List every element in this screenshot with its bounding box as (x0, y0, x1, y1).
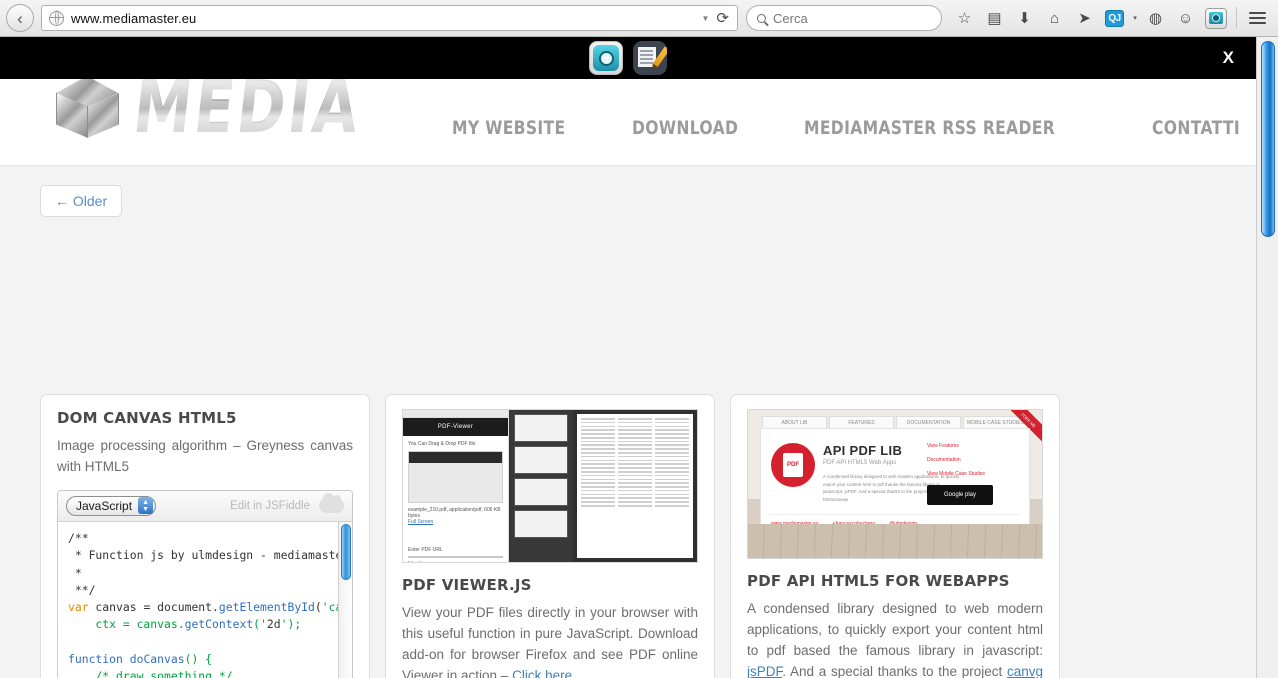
nav-item-contatti[interactable]: CONTATTI (1152, 117, 1240, 139)
pdf-logo-icon (771, 443, 815, 487)
language-select-value: JavaScript (76, 498, 133, 513)
thumb-drop-text: You Can Drag & Drop PDF file (408, 441, 476, 447)
thumb-tab-about: ABOUT LIB (762, 416, 827, 428)
back-button[interactable]: ‹ (6, 4, 34, 32)
close-overlay-button[interactable]: X (1223, 48, 1234, 68)
thumb-heading: API PDF LIB (823, 443, 903, 458)
thumb-subheading: PDF API HTML5 Web Apps (823, 460, 897, 466)
globe-icon (48, 10, 64, 26)
screenshot-extension-icon[interactable] (1201, 4, 1230, 32)
hamburger-menu-icon[interactable] (1243, 4, 1272, 32)
reload-icon[interactable]: ⟳ (716, 9, 733, 27)
language-select[interactable]: JavaScript ▲ ▼ (66, 495, 157, 516)
toolbar-divider (1236, 7, 1237, 29)
select-arrows-icon: ▲ ▼ (138, 497, 154, 515)
nav-item-rss-reader[interactable]: MEDIAMASTER RSS READER (804, 117, 1055, 139)
toolbar-icon-group: ☆ ▤ ⬇ ⌂ ➤ QJ ▾ ◍ ☺ (950, 4, 1272, 32)
downloads-icon[interactable]: ⬇ (1010, 4, 1039, 32)
thumb-deck-background (748, 524, 1042, 558)
search-box[interactable]: Cerca (746, 5, 942, 31)
code-vertical-scrollbar[interactable]: ▲ ▼ (338, 521, 352, 678)
jsfiddle-embed: JavaScript ▲ ▼ Edit in JSFiddle /** * Fun… (57, 489, 353, 678)
older-button[interactable]: ← Older (40, 185, 123, 217)
post-card-list: DOM CANVAS HTML5 Image processing algori… (40, 394, 1060, 678)
edit-in-jsfiddle-link[interactable]: Edit in JSFiddle (230, 500, 310, 512)
qj-extension-icon[interactable]: QJ (1100, 4, 1129, 32)
search-placeholder: Cerca (773, 10, 808, 26)
code-viewport: /** * Function js by ulmdesign - mediama… (58, 521, 352, 678)
screenshot-overlay-bar: X (0, 37, 1256, 79)
address-bar[interactable]: www.mediamaster.eu ▼ ⟳ (41, 5, 738, 31)
thumb-file-info: example_210.pdf, application/pdf, 606 KB… (408, 507, 501, 519)
click-here-link[interactable]: Click here (512, 668, 572, 678)
card-title: DOM CANVAS HTML5 (57, 409, 237, 427)
chevron-down-icon[interactable]: ▼ (698, 14, 717, 23)
thumb-link-features: View Features (927, 443, 959, 449)
thumb-link-documentation: Documentation (927, 457, 961, 463)
thumb-url-value: http:// (408, 561, 503, 562)
reading-list-icon[interactable]: ▤ (980, 4, 1009, 32)
jsfiddle-toolbar: JavaScript ▲ ▼ Edit in JSFiddle (58, 490, 352, 522)
card-title: PDF VIEWER.JS (402, 576, 532, 594)
annotate-notepad-icon[interactable] (633, 41, 667, 75)
globe-extension-icon[interactable]: ◍ (1141, 4, 1170, 32)
url-text: www.mediamaster.eu (71, 10, 197, 26)
cloud-icon (319, 493, 344, 514)
bookmark-star-icon[interactable]: ☆ (950, 4, 979, 32)
thumb-tabs: ABOUT LIB FEATURES DOCUMENTATION MOBILE … (748, 410, 1042, 428)
site-navigation: MY WEBSITE DOWNLOAD MEDIAMASTER RSS READ… (452, 117, 1256, 139)
search-icon (757, 13, 766, 23)
card-description: View your PDF files directly in your bro… (402, 603, 698, 678)
nav-item-my-website[interactable]: MY WEBSITE (452, 117, 565, 139)
thumb-panel-title: PDF-Viewer (403, 418, 508, 436)
thumb-tab-features: FEATURES (829, 416, 894, 428)
thumb-link-case-studies: View Mobile Case Studies (927, 471, 985, 477)
card-pdf-viewer-js: PDF-Viewer You Can Drag & Drop PDF file … (385, 394, 715, 678)
pdf-viewer-screenshot[interactable]: PDF-Viewer You Can Drag & Drop PDF file … (402, 409, 698, 563)
thumb-tab-documentation: DOCUMENTATION (896, 416, 961, 428)
overlay-icon-group (589, 41, 667, 75)
code-block[interactable]: /** * Function js by ulmdesign - mediama… (58, 522, 352, 678)
send-icon[interactable]: ➤ (1070, 4, 1099, 32)
card-title: PDF API HTML5 FOR WEBAPPS (747, 572, 1010, 590)
jspdf-link[interactable]: jsPDF (747, 664, 782, 678)
page-body: ← Older DOM CANVAS HTML5 Image processin… (0, 166, 1256, 678)
smiley-icon[interactable]: ☺ (1171, 4, 1200, 32)
api-pdf-lib-screenshot[interactable]: FORK ME ABOUT LIB FEATURES DOCUMENTATION… (747, 409, 1043, 559)
card-description: Image processing algorithm – Greyness ca… (57, 438, 353, 474)
browser-toolbar: ‹ www.mediamaster.eu ▼ ⟳ Cerca ☆ ▤ ⬇ ⌂ ➤… (0, 0, 1278, 37)
card-dom-canvas-html5: DOM CANVAS HTML5 Image processing algori… (40, 394, 370, 678)
screenshot-camera-icon[interactable] (589, 41, 623, 75)
web-page: MEDIA MY WEBSITE DOWNLOAD MEDIAMASTER RS… (0, 37, 1256, 678)
page-scrollbar-thumb[interactable] (1261, 41, 1275, 237)
canvg-link[interactable]: canvg (1007, 664, 1043, 678)
thumb-google-play-badge: Google play (927, 485, 993, 505)
page-vertical-scrollbar[interactable] (1256, 37, 1278, 678)
back-arrow-icon: ‹ (17, 8, 23, 28)
card-pdf-api-html5: FORK ME ABOUT LIB FEATURES DOCUMENTATION… (730, 394, 1060, 678)
home-icon[interactable]: ⌂ (1040, 4, 1069, 32)
card-description: A condensed library designed to web mode… (747, 601, 1043, 678)
extension-caret-icon[interactable]: ▾ (1130, 14, 1140, 22)
nav-item-download[interactable]: DOWNLOAD (632, 117, 738, 139)
thumb-url-label: Enter PDF URL (408, 547, 443, 553)
